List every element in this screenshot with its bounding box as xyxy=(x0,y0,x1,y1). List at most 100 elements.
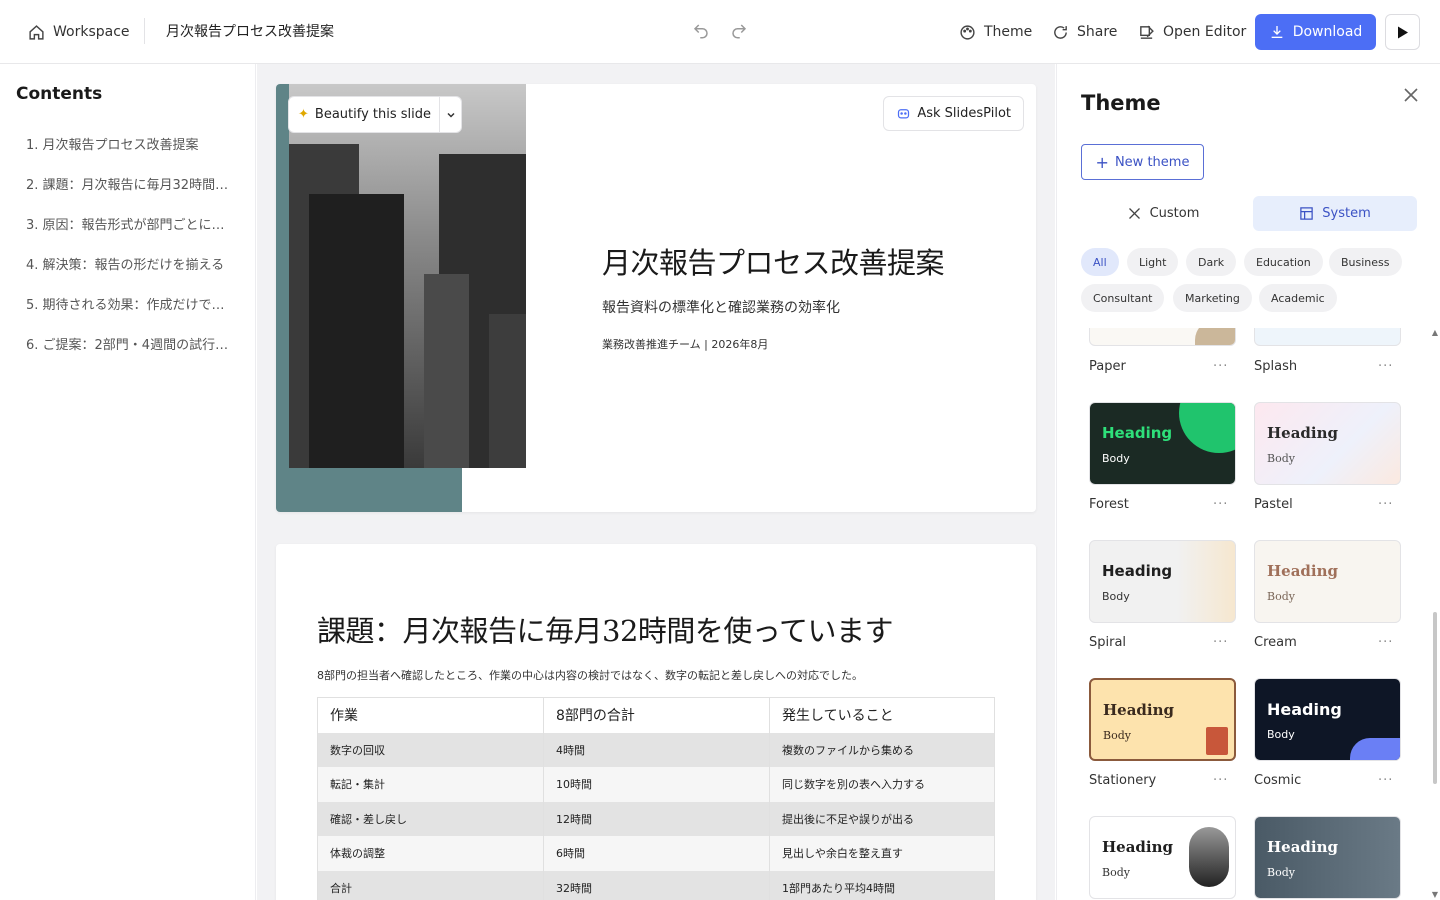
more-options-icon[interactable]: ··· xyxy=(1378,773,1393,788)
theme-card-splash[interactable] xyxy=(1254,328,1401,346)
theme-heading-sample: Heading xyxy=(1267,562,1339,580)
new-theme-label: New theme xyxy=(1114,154,1190,170)
table-cell: 提出後に不足や誤りが出る xyxy=(769,801,995,836)
home-icon xyxy=(29,24,44,40)
theme-body-sample: Body xyxy=(1102,590,1130,603)
data-table: 作業 8部門の合計 発生していること 数字の回収 4時間 複数のファイルから集め… xyxy=(317,697,995,900)
theme-card-summit[interactable]: Heading Body xyxy=(1254,816,1401,899)
contents-item[interactable]: 3. 原因：報告形式が部門ごとに異なる xyxy=(26,214,231,233)
theme-name: Stationery xyxy=(1089,773,1157,788)
theme-card-zen[interactable]: Heading Body xyxy=(1089,816,1236,899)
ask-label: Ask SlidesPilot xyxy=(917,106,1011,121)
more-options-icon[interactable]: ··· xyxy=(1213,635,1228,650)
contents-item[interactable]: 6. ご提案：2部門・4週間の試行から xyxy=(26,334,231,353)
table-cell: 複数のファイルから集める xyxy=(769,732,995,767)
filter-chip-education[interactable]: Education xyxy=(1244,248,1323,276)
theme-name: Spiral xyxy=(1089,635,1127,650)
more-options-icon[interactable]: ··· xyxy=(1213,497,1228,512)
theme-body-sample: Body xyxy=(1103,729,1131,742)
table-header: 8部門の合計 xyxy=(543,697,770,733)
table-cell: 数字の回収 xyxy=(317,732,544,767)
table-header: 発生していること xyxy=(769,697,995,733)
contents-item[interactable]: 4. 解決策：報告の形だけを揃える xyxy=(26,254,231,273)
download-button[interactable]: Download xyxy=(1255,14,1376,50)
scroll-up-arrow[interactable]: ▲ xyxy=(1430,328,1440,338)
edit-icon xyxy=(1140,25,1154,39)
more-options-icon[interactable]: ··· xyxy=(1378,635,1393,650)
new-theme-button[interactable]: + New theme xyxy=(1081,144,1204,180)
theme-card-pastel[interactable]: Heading Body xyxy=(1254,402,1401,485)
filter-chip-light[interactable]: Light xyxy=(1127,248,1179,276)
contents-item[interactable]: 1. 月次報告プロセス改善提案 xyxy=(26,134,231,153)
present-button[interactable] xyxy=(1385,14,1420,50)
theme-name: Splash xyxy=(1254,359,1298,374)
scrollbar-thumb[interactable] xyxy=(1433,612,1437,784)
layout-icon xyxy=(1300,207,1313,220)
theme-grid: Paper ··· Splash ··· Heading Body Headin… xyxy=(1081,328,1421,900)
theme-body-sample: Body xyxy=(1267,866,1295,879)
more-options-icon[interactable]: ··· xyxy=(1378,359,1393,374)
theme-heading-sample: Heading xyxy=(1267,700,1342,719)
theme-card-forest[interactable]: Heading Body xyxy=(1089,402,1236,485)
filter-chip-academic[interactable]: Academic xyxy=(1259,284,1337,312)
document-title[interactable]: 月次報告プロセス改善提案 xyxy=(166,21,334,41)
filter-chip-consultant[interactable]: Consultant xyxy=(1081,284,1165,312)
filter-chip-business[interactable]: Business xyxy=(1329,248,1402,276)
filter-chip-marketing[interactable]: Marketing xyxy=(1173,284,1252,312)
theme-card-cream[interactable]: Heading Body xyxy=(1254,540,1401,623)
more-options-icon[interactable]: ··· xyxy=(1213,773,1228,788)
table-cell: 合計 xyxy=(317,870,544,900)
ask-slidespilot-button[interactable]: Ask SlidesPilot xyxy=(883,96,1024,131)
slide-description: 8部門の担当者へ確認したところ、作業の中心は内容の検討ではなく、数字の転記と差し… xyxy=(317,669,863,682)
workspace-link[interactable]: Workspace xyxy=(28,20,130,44)
beautify-label: Beautify this slide xyxy=(314,107,432,122)
plus-icon: + xyxy=(1095,152,1109,172)
beautify-slide-button[interactable]: ✦ Beautify this slide xyxy=(288,96,462,133)
sparkle-icon: ✦ xyxy=(298,107,309,122)
filter-chip-dark[interactable]: Dark xyxy=(1186,248,1237,276)
tab-custom[interactable]: Custom xyxy=(1081,196,1245,231)
theme-body-sample: Body xyxy=(1102,866,1130,879)
theme-card-stationery[interactable]: Heading Body xyxy=(1089,678,1236,761)
scroll-down-arrow[interactable]: ▼ xyxy=(1430,890,1440,900)
slide-1[interactable]: ✦ Beautify this slide Ask SlidesPilot 月次報… xyxy=(276,84,1036,512)
slide-meta: 業務改善推進チーム | 2026年8月 xyxy=(602,338,769,351)
table-row: 確認・差し戻し 12時間 提出後に不足や誤りが出る xyxy=(317,801,995,836)
undo-icon[interactable] xyxy=(692,22,710,40)
share-button[interactable]: Share xyxy=(1052,20,1117,44)
more-options-icon[interactable]: ··· xyxy=(1378,497,1393,512)
download-label: Download xyxy=(1292,24,1363,40)
more-options-icon[interactable]: ··· xyxy=(1213,359,1228,374)
theme-heading-sample: Heading xyxy=(1102,424,1173,442)
filter-chip-all[interactable]: All xyxy=(1081,248,1119,276)
table-cell: 確認・差し戻し xyxy=(317,801,544,836)
theme-body-sample: Body xyxy=(1267,452,1295,465)
tab-system[interactable]: System xyxy=(1253,196,1417,231)
open-editor-button[interactable]: Open Editor xyxy=(1138,20,1246,44)
close-icon[interactable] xyxy=(1402,86,1420,104)
table-cell: 転記・集計 xyxy=(317,767,544,802)
theme-heading-sample: Heading xyxy=(1103,701,1175,719)
contents-item[interactable]: 5. 期待される効果：作成だけでなく確認も xyxy=(26,294,231,313)
tab-label: Custom xyxy=(1149,206,1200,221)
contents-item[interactable]: 2. 課題：月次報告に毎月32時間を使っています xyxy=(26,174,231,193)
table-cell: 1部門あたり平均4時間 xyxy=(769,870,995,900)
slide-title: 課題：月次報告に毎月32時間を使っています xyxy=(317,614,893,648)
table-cell: 同じ数字を別の表へ入力する xyxy=(769,767,995,802)
redo-icon[interactable] xyxy=(730,22,748,40)
theme-heading-sample: Heading xyxy=(1102,562,1173,580)
table-row: 転記・集計 10時間 同じ数字を別の表へ入力する xyxy=(317,767,995,802)
slide-2[interactable]: 課題：月次報告に毎月32時間を使っています 8部門の担当者へ確認したところ、作業… xyxy=(276,544,1036,900)
theme-card-cosmic[interactable]: Heading Body xyxy=(1254,678,1401,761)
download-icon xyxy=(1271,26,1283,38)
theme-label: Theme xyxy=(984,24,1033,40)
theme-body-sample: Body xyxy=(1267,590,1295,603)
slide-subtitle: 報告資料の標準化と確認業務の効率化 xyxy=(602,300,840,316)
chevron-down-icon[interactable] xyxy=(439,97,461,132)
ai-assistant-icon xyxy=(898,109,910,119)
theme-button[interactable]: Theme xyxy=(959,20,1032,44)
table-cell: 12時間 xyxy=(543,801,770,836)
theme-card-spiral[interactable]: Heading Body xyxy=(1089,540,1236,623)
theme-card-paper[interactable] xyxy=(1089,328,1236,346)
contents-title: Contents xyxy=(16,84,103,104)
